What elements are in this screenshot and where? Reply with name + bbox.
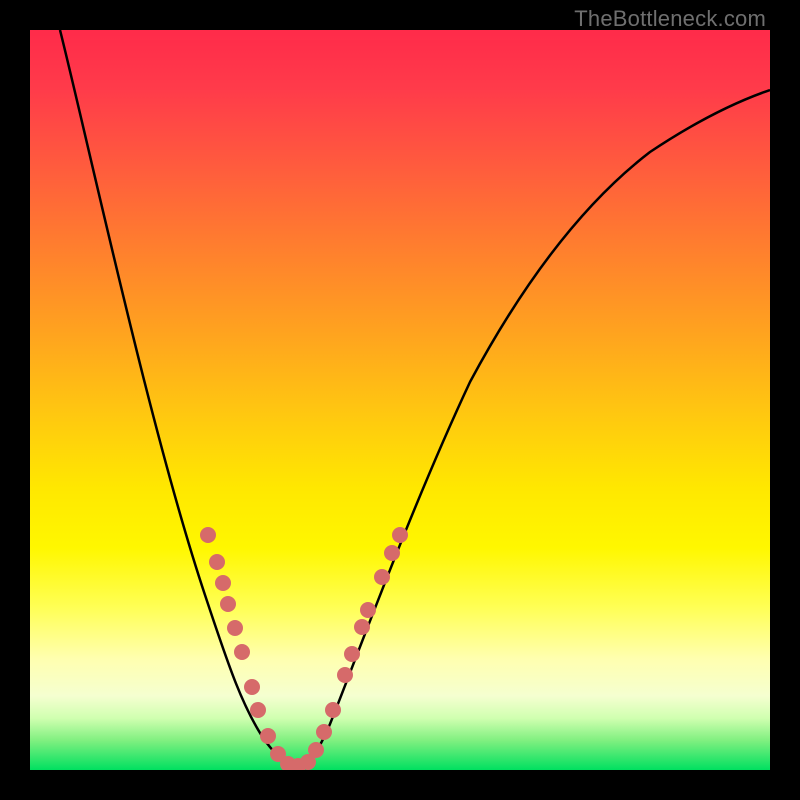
highlight-point (209, 554, 225, 570)
highlight-point (308, 742, 324, 758)
watermark-text: TheBottleneck.com (574, 6, 766, 32)
highlight-point (227, 620, 243, 636)
highlight-point (374, 569, 390, 585)
highlight-point (200, 527, 216, 543)
highlight-point (344, 646, 360, 662)
plot-area (30, 30, 770, 770)
highlight-point (325, 702, 341, 718)
highlight-point (244, 679, 260, 695)
chart-container: TheBottleneck.com (0, 0, 800, 800)
highlight-point (392, 527, 408, 543)
highlight-point (337, 667, 353, 683)
highlight-point (250, 702, 266, 718)
highlighted-points-group (200, 527, 408, 770)
highlight-point (220, 596, 236, 612)
highlight-point (260, 728, 276, 744)
highlight-point (360, 602, 376, 618)
curve-svg (30, 30, 770, 770)
bottleneck-curve (60, 30, 770, 765)
highlight-point (234, 644, 250, 660)
highlight-point (215, 575, 231, 591)
highlight-point (384, 545, 400, 561)
highlight-point (316, 724, 332, 740)
highlight-point (354, 619, 370, 635)
